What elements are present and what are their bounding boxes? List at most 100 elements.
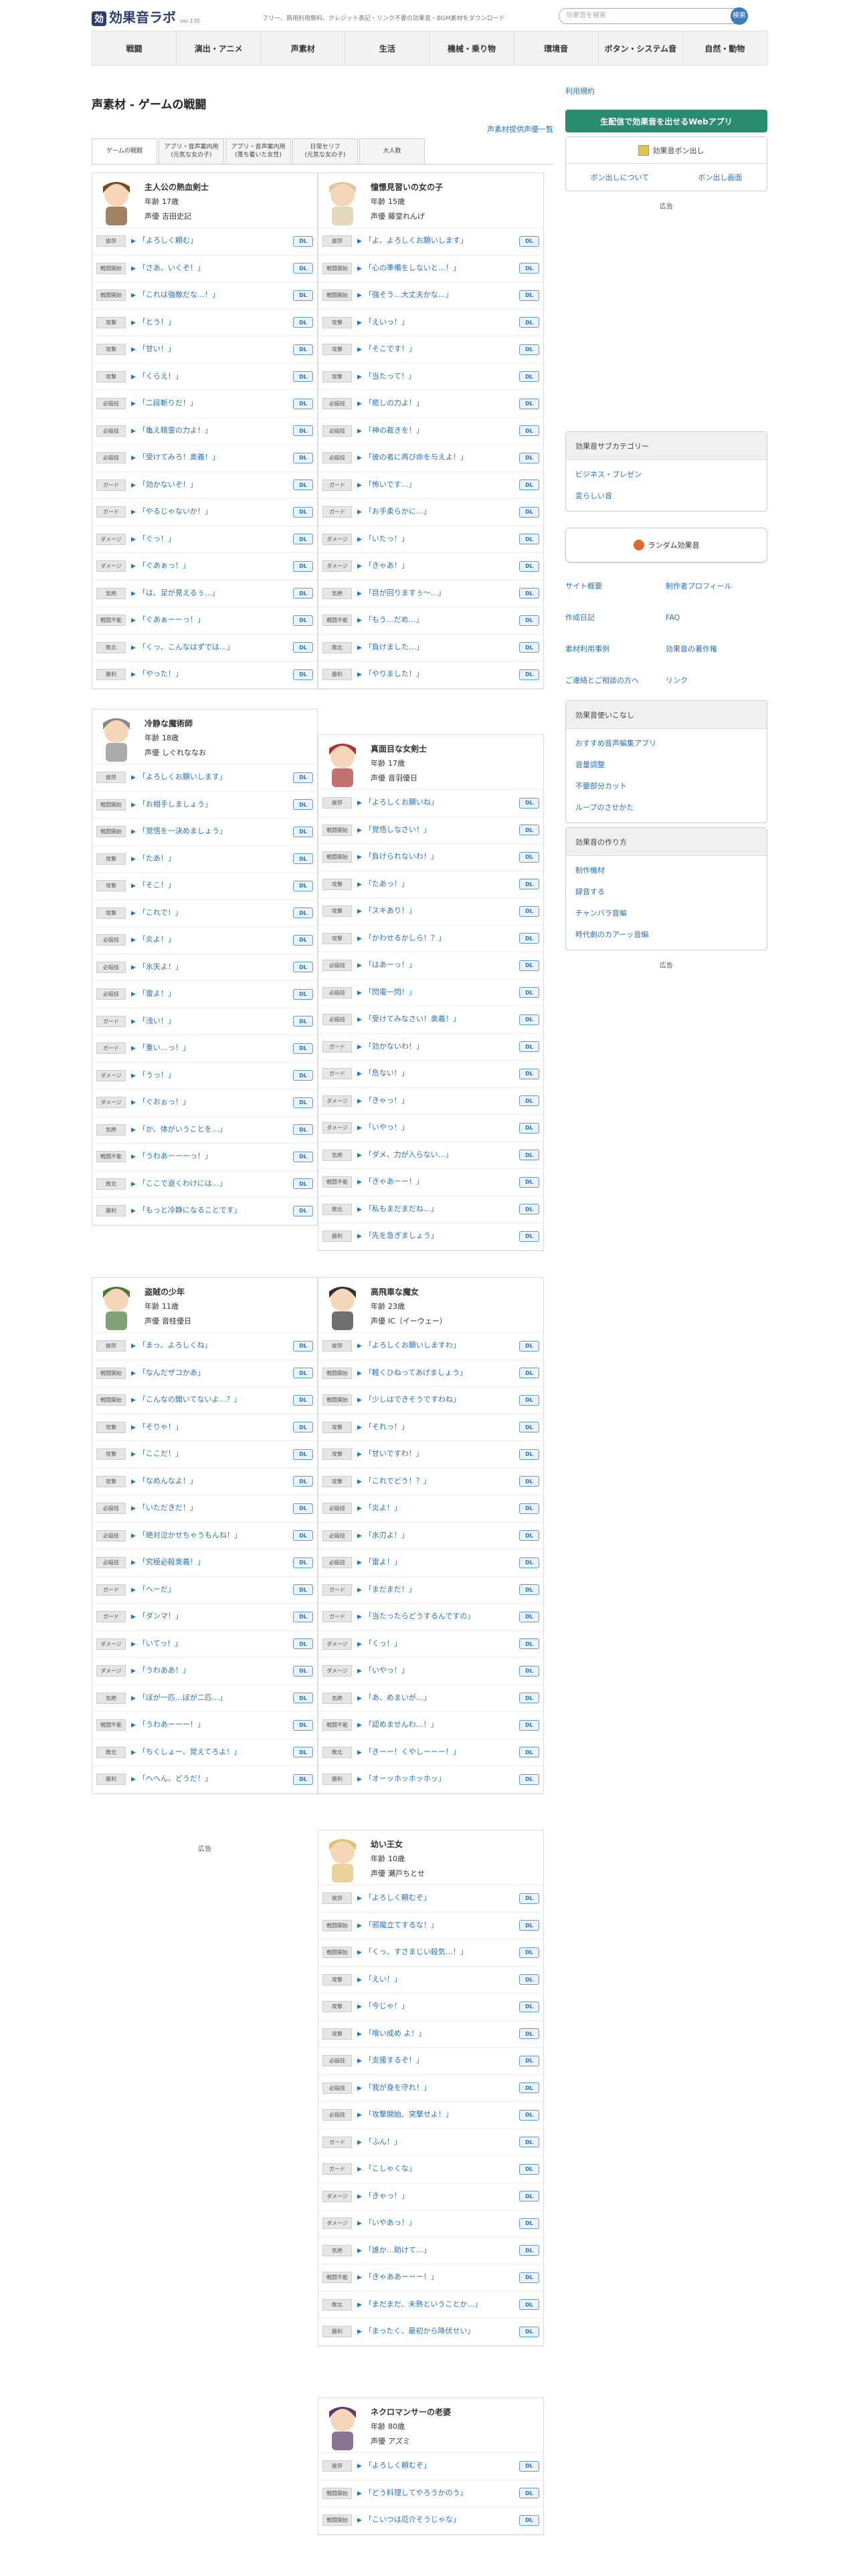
download-button[interactable]: DL (293, 1747, 313, 1758)
download-button[interactable]: DL (519, 1584, 539, 1596)
download-button[interactable]: DL (293, 1693, 313, 1704)
download-button[interactable]: DL (293, 290, 313, 301)
download-button[interactable]: DL (519, 1150, 539, 1161)
pon-about-link[interactable]: ボン出しについて (591, 172, 650, 183)
voice-line-play[interactable]: ▶ 「くっ！」 (357, 1639, 519, 1649)
download-button[interactable]: DL (519, 1530, 539, 1541)
download-button[interactable]: DL (293, 317, 313, 328)
download-button[interactable]: DL (519, 398, 539, 409)
download-button[interactable]: DL (519, 2082, 539, 2094)
site-link[interactable]: ご連絡とご相談の方へ (565, 665, 666, 696)
download-button[interactable]: DL (293, 371, 313, 383)
voice-line-play[interactable]: ▶ 「お相手しましょう」 (131, 800, 293, 810)
voice-line-play[interactable]: ▶ 「浅い！」 (131, 1016, 293, 1027)
voice-line-play[interactable]: ▶ 「は、足が見えるぅ…」 (131, 588, 293, 599)
voice-line-play[interactable]: ▶ 「邪魔立てするな！」 (357, 1921, 519, 1931)
download-button[interactable]: DL (293, 934, 313, 946)
download-button[interactable]: DL (519, 1665, 539, 1677)
voice-line-play[interactable]: ▶ 「まだまだ！」 (357, 1585, 519, 1595)
download-button[interactable]: DL (519, 933, 539, 944)
download-button[interactable]: DL (519, 317, 539, 328)
download-button[interactable]: DL (519, 2055, 539, 2066)
site-link[interactable]: 素材利用事例 (565, 633, 666, 665)
voice-line-play[interactable]: ▶ 「いたっ！」 (357, 534, 519, 544)
download-button[interactable]: DL (293, 1503, 313, 1514)
download-button[interactable]: DL (519, 1041, 539, 1053)
voice-line-play[interactable]: ▶ 「甘い！」 (131, 344, 293, 354)
voice-line-play[interactable]: ▶ 「こしゃくな」 (357, 2164, 519, 2174)
voice-line-play[interactable]: ▶ 「ぼが一匹…ぼが二匹…」 (131, 1693, 293, 1703)
download-button[interactable]: DL (519, 1394, 539, 1406)
download-button[interactable]: DL (519, 534, 539, 545)
voice-line-play[interactable]: ▶ 「よろしく頼むぞ」 (357, 2461, 519, 2471)
voice-line-play[interactable]: ▶ 「二段斬りだ！」 (131, 399, 293, 409)
nav-item[interactable]: 環境音 (514, 31, 599, 65)
tab[interactable]: アプリ・音声案内用 (元気な女の子) (159, 138, 224, 164)
nav-item[interactable]: 自然・動物 (683, 31, 767, 65)
site-link[interactable]: サイト概要 (565, 570, 666, 602)
download-button[interactable]: DL (519, 2109, 539, 2121)
voice-line-play[interactable]: ▶ 「きゃっ！」 (357, 1096, 519, 1106)
download-button[interactable]: DL (519, 479, 539, 491)
voice-line-play[interactable]: ▶ 「重い…っ！」 (131, 1043, 293, 1053)
download-button[interactable]: DL (519, 987, 539, 998)
download-button[interactable]: DL (519, 1974, 539, 1985)
download-button[interactable]: DL (293, 560, 313, 572)
voice-line-play[interactable]: ▶ 「こんなの聞いてないよ…？」 (131, 1395, 293, 1405)
site-link[interactable]: 作成日記 (565, 602, 666, 633)
voice-line-play[interactable]: ▶ 「よろしくお願いしますわ」 (357, 1341, 519, 1351)
voice-line-play[interactable]: ▶ 「負けられないわ！」 (357, 852, 519, 862)
download-button[interactable]: DL (293, 853, 313, 865)
download-button[interactable]: DL (519, 560, 539, 572)
voice-line-play[interactable]: ▶ 「くっ、こんなはずでは…」 (131, 643, 293, 653)
voice-line-play[interactable]: ▶ 「きゃっ！」 (357, 2191, 519, 2202)
voice-line-play[interactable]: ▶ 「先を急ぎましょう」 (357, 1231, 519, 1241)
voice-line-play[interactable]: ▶ 「そこ！」 (131, 881, 293, 891)
download-button[interactable]: DL (293, 1719, 313, 1731)
download-button[interactable]: DL (293, 772, 313, 783)
download-button[interactable]: DL (519, 235, 539, 247)
voice-line-play[interactable]: ▶ 「いやっ！」 (357, 1666, 519, 1676)
site-link[interactable]: FAQ (666, 602, 766, 633)
voice-line-play[interactable]: ▶ 「これでどう！？」 (357, 1477, 519, 1487)
voice-line-play[interactable]: ▶ 「軽くひねってあげましょう」 (357, 1368, 519, 1378)
download-button[interactable]: DL (293, 534, 313, 545)
download-button[interactable]: DL (293, 1340, 313, 1352)
voice-line-play[interactable]: ▶ 「認めませんわ…！」 (357, 1720, 519, 1730)
download-button[interactable]: DL (519, 851, 539, 863)
download-button[interactable]: DL (519, 506, 539, 518)
download-button[interactable]: DL (519, 1122, 539, 1134)
search-button[interactable]: 検索 (731, 7, 748, 25)
voice-line-play[interactable]: ▶ 「ぐあぁーーっ！」 (131, 615, 293, 625)
download-button[interactable]: DL (519, 425, 539, 437)
webapp-button[interactable]: 生配信で効果音を出せるWebアプリ (565, 110, 767, 132)
voice-line-play[interactable]: ▶ 「うわああ！」 (131, 1666, 293, 1676)
download-button[interactable]: DL (519, 879, 539, 890)
usage-link[interactable]: 音量調整 (575, 754, 757, 776)
download-button[interactable]: DL (519, 1204, 539, 1215)
download-button[interactable]: DL (293, 907, 313, 919)
voice-line-play[interactable]: ▶ 「ぐおぉっ！」 (131, 1097, 293, 1107)
download-button[interactable]: DL (519, 452, 539, 463)
voice-line-play[interactable]: ▶ 「よろしく頼む」 (131, 236, 293, 246)
download-button[interactable]: DL (519, 1340, 539, 1352)
download-button[interactable]: DL (293, 1422, 313, 1433)
voice-line-play[interactable]: ▶ 「はあーっ！」 (357, 960, 519, 970)
pon-screen-link[interactable]: ボン出し画面 (698, 172, 742, 183)
voice-line-play[interactable]: ▶ 「あ、めまいが…」 (357, 1693, 519, 1703)
voice-line-play[interactable]: ▶ 「きゃあーー！」 (357, 1177, 519, 1187)
download-button[interactable]: DL (519, 1719, 539, 1731)
nav-item[interactable]: 演出・アニメ (177, 31, 262, 65)
making-link[interactable]: 時代劇のカアーッ音編 (575, 924, 757, 946)
usage-link[interactable]: おすすめ音声編集アプリ (575, 733, 757, 754)
voice-line-play[interactable]: ▶ 「ここで退くわけには…」 (131, 1179, 293, 1189)
voice-line-play[interactable]: ▶ 「癒しの力よ！」 (357, 399, 519, 409)
download-button[interactable]: DL (293, 615, 313, 626)
download-button[interactable]: DL (519, 2299, 539, 2311)
voice-line-play[interactable]: ▶ 「いやっ！」 (357, 1123, 519, 1133)
voice-line-play[interactable]: ▶ 「危ない！」 (357, 1069, 519, 1079)
voice-line-play[interactable]: ▶ 「やるじゃないか！」 (131, 507, 293, 517)
voice-line-play[interactable]: ▶ 「いてっ！」 (131, 1639, 293, 1649)
voice-line-play[interactable]: ▶ 「いやあっ！」 (357, 2218, 519, 2228)
voice-line-play[interactable]: ▶ 「スキあり！」 (357, 906, 519, 916)
